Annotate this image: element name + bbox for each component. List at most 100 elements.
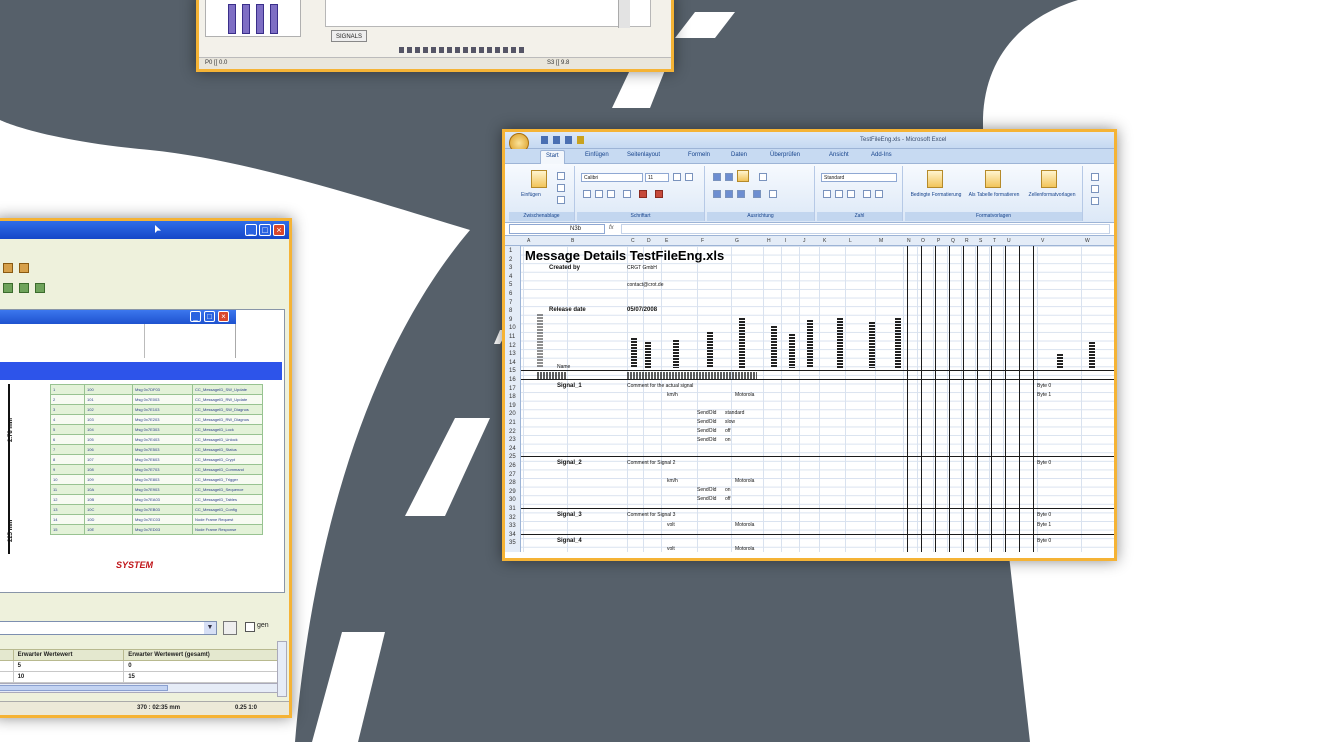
row-header[interactable]: 30 — [509, 497, 516, 503]
row-header[interactable]: 2 — [509, 257, 512, 263]
table-row[interactable]: 7 106 Msg 0x7E503 CC_MessageID_Status — [50, 444, 263, 455]
fx-icon[interactable]: fx — [609, 225, 614, 231]
row-header[interactable]: 31 — [509, 506, 516, 512]
child-close-button[interactable]: × — [218, 311, 229, 322]
column-header[interactable]: G — [735, 238, 739, 244]
browse-button[interactable] — [223, 621, 237, 635]
column-header[interactable]: S — [979, 238, 982, 244]
table-row[interactable]: 10 15 — [0, 671, 281, 683]
selected-row-highlight[interactable] — [0, 362, 282, 380]
align-right-icon[interactable] — [737, 190, 745, 198]
column-header[interactable]: D — [647, 238, 651, 244]
column-header[interactable]: V — [1041, 238, 1044, 244]
decrease-decimal-icon[interactable] — [875, 190, 883, 198]
table-row[interactable]: 9 108 Msg 0x7E703 CC_MessageID_Command — [50, 464, 263, 475]
comma-icon[interactable] — [847, 190, 855, 198]
chevron-down-icon[interactable]: ▼ — [204, 622, 216, 634]
row-header[interactable]: 22 — [509, 429, 516, 435]
insert-cells-icon[interactable] — [1091, 173, 1099, 181]
tool-icon[interactable] — [407, 47, 412, 53]
table-row[interactable]: 5 104 Msg 0x7E303 CC_MessageID_Lock — [50, 424, 263, 435]
table-row[interactable]: 15 10E Msg 0x7ED03 Node Frame Response — [50, 524, 263, 535]
format-as-table-icon[interactable] — [985, 170, 1001, 188]
row-header[interactable]: 19 — [509, 403, 516, 409]
selection-combobox[interactable]: ▼ — [0, 621, 217, 635]
tab-view[interactable]: Ansicht — [829, 152, 849, 158]
row-header[interactable]: 4 — [509, 274, 512, 280]
tool-icon[interactable] — [431, 47, 436, 53]
tool-icon[interactable] — [519, 47, 524, 53]
row-header[interactable]: 28 — [509, 480, 516, 486]
align-center-icon[interactable] — [725, 190, 733, 198]
table-row[interactable]: 2 101 Msg 0x7E003 CC_MessageID_RW_Update — [50, 394, 263, 405]
column-header[interactable]: B — [571, 238, 574, 244]
column-header[interactable]: T — [993, 238, 996, 244]
increase-decimal-icon[interactable] — [863, 190, 871, 198]
column-header[interactable]: U — [1007, 238, 1011, 244]
row-header[interactable]: 20 — [509, 411, 516, 417]
vertical-scrollbar[interactable] — [277, 641, 287, 697]
gen-checkbox[interactable] — [245, 622, 255, 632]
tool-icon[interactable] — [415, 47, 420, 53]
child-title-bar[interactable]: _ □ × — [0, 310, 236, 324]
cell-styles-icon[interactable] — [1041, 170, 1057, 188]
row-header[interactable]: 21 — [509, 420, 516, 426]
scrollbar-thumb[interactable] — [0, 685, 168, 691]
format-painter-icon[interactable] — [557, 196, 565, 204]
close-button[interactable]: × — [273, 224, 285, 236]
row-header[interactable]: 8 — [509, 308, 512, 314]
paste-icon[interactable] — [531, 170, 547, 188]
bold-icon[interactable] — [583, 190, 591, 198]
child-maximize-button[interactable]: □ — [204, 311, 215, 322]
row-header[interactable]: 16 — [509, 377, 516, 383]
indent-icon[interactable] — [753, 190, 761, 198]
tab-formulas[interactable]: Formeln — [688, 152, 710, 158]
italic-icon[interactable] — [595, 190, 603, 198]
align-middle-icon[interactable] — [725, 173, 733, 181]
column-header[interactable]: O — [921, 238, 925, 244]
column-header[interactable]: N — [907, 238, 911, 244]
redo-icon[interactable] — [565, 136, 572, 144]
tool-icon[interactable] — [423, 47, 428, 53]
tool-icon[interactable] — [495, 47, 500, 53]
row-header[interactable]: 6 — [509, 291, 512, 297]
worksheet-grid[interactable]: Message Details TestFileEng.xls Created … — [521, 246, 1114, 552]
merge-center-icon[interactable] — [769, 190, 777, 198]
tool-icon[interactable] — [447, 47, 452, 53]
tool-icon[interactable] — [487, 47, 492, 53]
title-bar[interactable]: _ □ × — [0, 221, 289, 239]
row-header[interactable]: 26 — [509, 463, 516, 469]
column-header[interactable]: H — [767, 238, 771, 244]
save-icon[interactable] — [541, 136, 548, 144]
child-minimize-button[interactable]: _ — [190, 311, 201, 322]
column-header[interactable]: F — [701, 238, 704, 244]
column-header[interactable]: E — [665, 238, 668, 244]
table-row[interactable]: 1 100 Msg 0x7DF03 CC_MessageID_SW_Update — [50, 384, 263, 395]
column-header[interactable]: C — [631, 238, 635, 244]
column-header[interactable]: M — [879, 238, 883, 244]
tool-icon[interactable] — [3, 283, 13, 293]
align-top-icon[interactable] — [713, 173, 721, 181]
row-header[interactable]: 32 — [509, 515, 516, 521]
column-header[interactable]: W — [1085, 238, 1090, 244]
tool-icon[interactable] — [35, 283, 45, 293]
formula-input[interactable] — [621, 224, 1110, 234]
excel-title-bar[interactable]: TestFileEng.xls - Microsoft Excel — [505, 132, 1114, 153]
table-row[interactable]: 4 103 Msg 0x7E203 CC_MessageID_RW_Diagnos — [50, 414, 263, 425]
row-header[interactable]: 35 — [509, 540, 516, 546]
conditional-format-icon[interactable] — [927, 170, 943, 188]
tab-review[interactable]: Überprüfen — [770, 152, 800, 158]
row-header[interactable]: 7 — [509, 300, 512, 306]
row-header[interactable]: 17 — [509, 386, 516, 392]
minimize-button[interactable]: _ — [245, 224, 257, 236]
table-row[interactable]: 6 105 Msg 0x7E403 CC_MessageID_Unlock — [50, 434, 263, 445]
row-header[interactable]: 5 — [509, 282, 512, 288]
borders-icon[interactable] — [623, 190, 631, 198]
row-header[interactable]: 34 — [509, 532, 516, 538]
row-header[interactable]: 1 — [509, 248, 512, 254]
font-size-select[interactable]: 11 — [645, 173, 669, 182]
table-row[interactable]: 14 10D Msg 0x7EC03 Node Frame Request — [50, 514, 263, 525]
underline-icon[interactable] — [607, 190, 615, 198]
column-header[interactable]: L — [849, 238, 852, 244]
row-header[interactable]: 3 — [509, 265, 512, 271]
